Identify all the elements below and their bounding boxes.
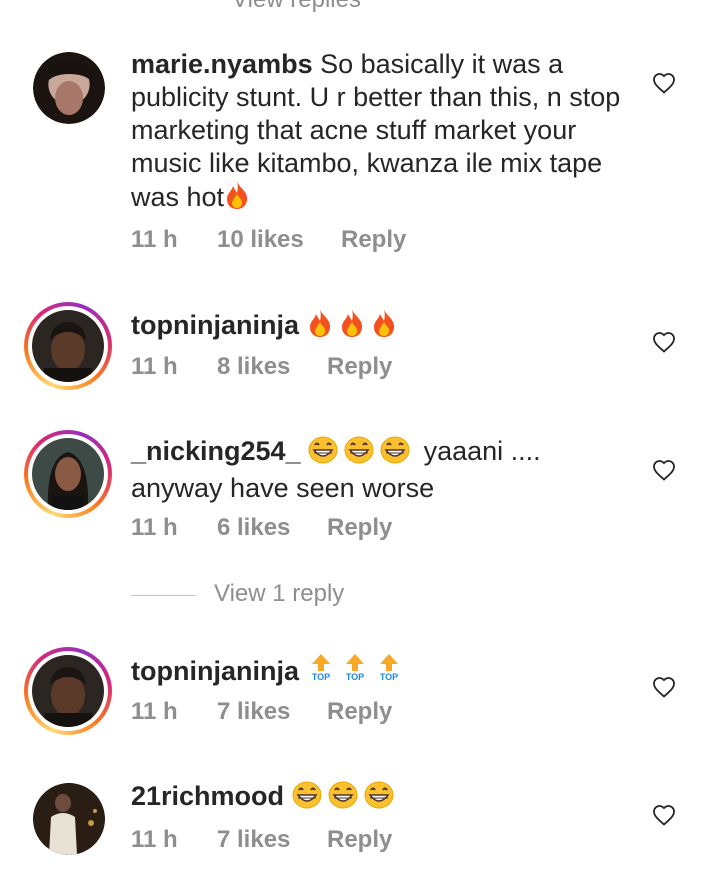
reply-button[interactable]: Reply xyxy=(327,514,392,542)
avatar[interactable] xyxy=(24,647,112,735)
comment-username[interactable]: topninjaninja xyxy=(131,310,299,340)
top-arrow-emoji: TOP xyxy=(307,652,335,690)
comment-likes[interactable]: 8 likes xyxy=(217,353,290,381)
comment-likes[interactable]: 6 likes xyxy=(217,514,290,542)
comment-likes[interactable]: 7 likes xyxy=(217,826,290,854)
comment-time: 11 h xyxy=(131,826,178,853)
comment-likes[interactable]: 10 likes xyxy=(217,226,304,254)
heart-icon[interactable] xyxy=(652,72,676,94)
avatar[interactable] xyxy=(33,783,105,855)
reply-button[interactable]: Reply xyxy=(327,698,392,726)
grinning-emoji xyxy=(328,781,358,817)
grinning-emoji xyxy=(308,436,338,472)
comment-username[interactable]: topninjaninja xyxy=(131,656,299,686)
avatar[interactable] xyxy=(24,430,112,518)
view-replies-label: View 1 reply xyxy=(214,580,345,607)
fire-emoji xyxy=(339,308,365,346)
comment-time: 11 h xyxy=(131,698,178,725)
heart-icon[interactable] xyxy=(652,331,676,353)
comment-username[interactable]: marie.nyambs xyxy=(131,49,313,79)
top-arrow-emoji: TOP xyxy=(341,652,369,690)
top-arrow-emoji: TOP xyxy=(375,652,403,690)
comment-body xyxy=(299,656,307,686)
comment-body xyxy=(299,310,307,340)
comment-text: _nicking254_ yaaani .... anyway have see… xyxy=(131,435,631,505)
fire-emoji xyxy=(371,308,397,346)
grinning-emoji xyxy=(292,781,322,817)
heart-icon[interactable] xyxy=(652,676,676,698)
comment-time: 11 h xyxy=(131,226,178,253)
comment-text: marie.nyambs So basically it was a publi… xyxy=(131,48,631,218)
reply-button[interactable]: Reply xyxy=(341,226,406,254)
reply-button[interactable]: Reply xyxy=(327,353,392,381)
view-replies-button[interactable]: View 1 reply xyxy=(131,580,431,610)
heart-icon[interactable] xyxy=(652,804,676,826)
comment-text: topninjaninja xyxy=(131,308,631,346)
svg-text:TOP: TOP xyxy=(345,672,363,682)
comment-username[interactable]: _nicking254_ xyxy=(131,436,301,466)
heart-icon[interactable] xyxy=(652,459,676,481)
comment-likes[interactable]: 7 likes xyxy=(217,698,290,726)
comment-body xyxy=(284,781,292,811)
comment-time: 11 h xyxy=(131,353,178,380)
grinning-emoji xyxy=(344,436,374,472)
svg-text:TOP: TOP xyxy=(311,672,329,682)
fire-emoji xyxy=(224,180,250,218)
fire-emoji xyxy=(307,308,333,346)
previous-view-replies-partial[interactable]: View replies xyxy=(232,0,361,14)
reply-button[interactable]: Reply xyxy=(327,826,392,854)
avatar[interactable] xyxy=(24,302,112,390)
grinning-emoji xyxy=(380,436,410,472)
comment-text: 21richmood xyxy=(131,780,631,817)
comment-username[interactable]: 21richmood xyxy=(131,781,284,811)
grinning-emoji xyxy=(364,781,394,817)
divider-line xyxy=(131,595,196,596)
comment-text: topninjaninja TOP TOP TOP xyxy=(131,652,631,690)
avatar[interactable] xyxy=(33,52,105,124)
comment-time: 11 h xyxy=(131,514,178,541)
svg-text:TOP: TOP xyxy=(379,672,397,682)
